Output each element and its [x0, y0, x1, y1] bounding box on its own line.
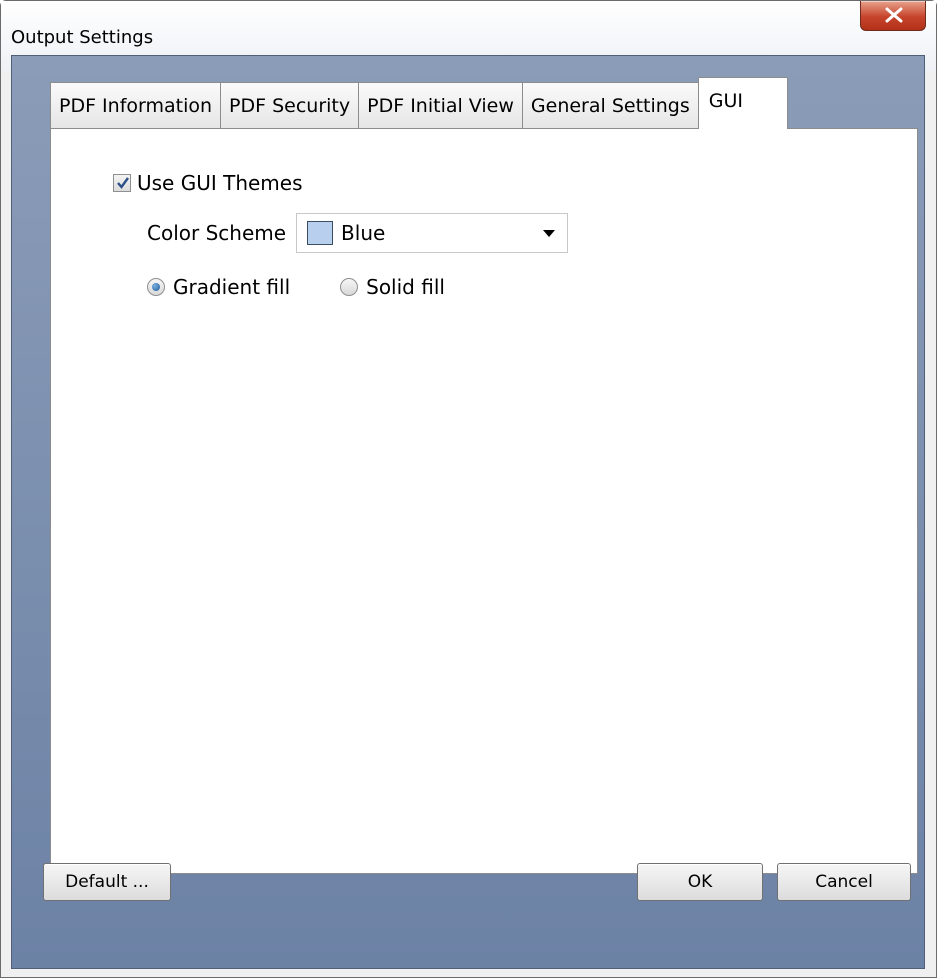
use-gui-themes-label: Use GUI Themes	[137, 171, 303, 195]
default-button[interactable]: Default ...	[43, 863, 171, 901]
color-scheme-row: Color Scheme Blue	[147, 213, 569, 253]
tab-gui[interactable]: GUI	[697, 77, 788, 129]
color-scheme-dropdown[interactable]: Blue	[296, 213, 569, 253]
tab-pdf-information[interactable]: PDF Information	[50, 82, 222, 128]
close-button[interactable]	[860, 1, 926, 31]
tab-strip: PDF Information PDF Security PDF Initial…	[50, 76, 788, 129]
gui-tab-panel: Use GUI Themes Color Scheme Blue Gradien…	[50, 128, 918, 874]
gradient-fill-radio[interactable]	[147, 278, 165, 296]
checkmark-icon	[117, 177, 129, 189]
cancel-button[interactable]: Cancel	[777, 863, 911, 901]
ok-button[interactable]: OK	[637, 863, 763, 901]
solid-fill-option[interactable]: Solid fill	[340, 275, 445, 299]
solid-fill-radio[interactable]	[340, 278, 359, 296]
output-settings-dialog: Output Settings PDF Information PDF Secu…	[0, 0, 937, 978]
tab-pdf-security[interactable]: PDF Security	[220, 82, 360, 128]
tab-general-settings[interactable]: General Settings	[521, 82, 699, 128]
tab-pdf-initial-view[interactable]: PDF Initial View	[358, 82, 523, 128]
solid-fill-label: Solid fill	[366, 275, 445, 299]
gradient-fill-option[interactable]: Gradient fill	[147, 275, 290, 299]
use-gui-themes-row[interactable]: Use GUI Themes	[113, 171, 303, 195]
window-title: Output Settings	[11, 27, 154, 48]
close-icon	[885, 7, 903, 23]
color-scheme-label: Color Scheme	[147, 221, 287, 245]
dialog-body-frame: PDF Information PDF Security PDF Initial…	[11, 55, 925, 969]
dropdown-arrow-icon	[543, 230, 556, 237]
color-swatch	[307, 221, 334, 245]
fill-options-row: Gradient fill Solid fill	[147, 275, 495, 299]
gradient-fill-label: Gradient fill	[173, 275, 291, 299]
color-scheme-value: Blue	[341, 221, 386, 245]
use-gui-themes-checkbox[interactable]	[113, 174, 131, 192]
